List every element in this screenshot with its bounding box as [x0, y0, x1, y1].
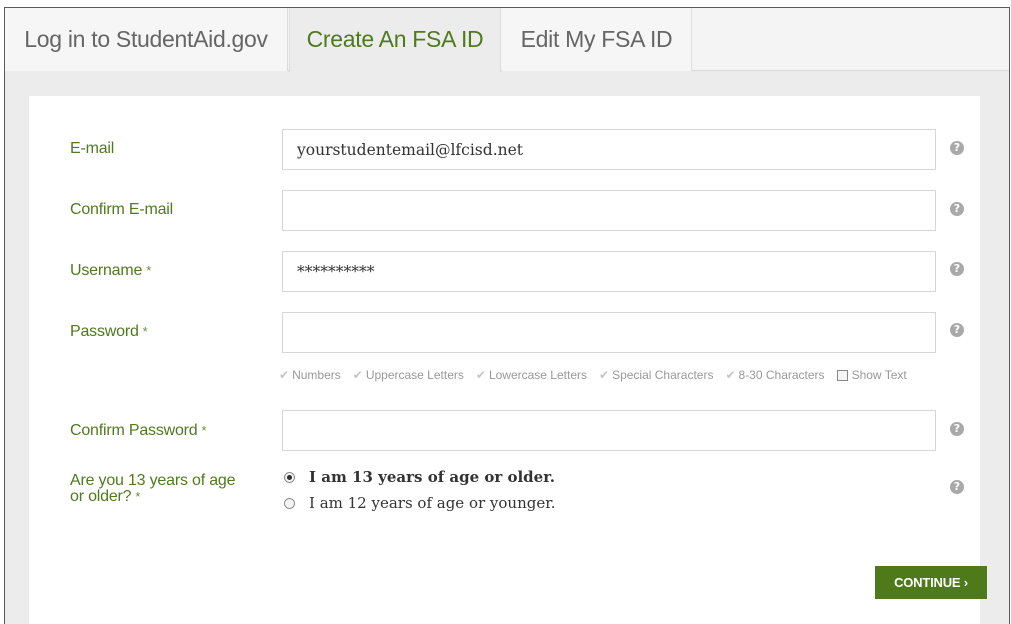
show-text-checkbox[interactable] [836, 369, 848, 381]
password-help-icon[interactable]: ? [950, 323, 964, 337]
age-option-12-or-younger[interactable]: I am 12 years of age or younger. [284, 494, 556, 512]
email-help-icon[interactable]: ? [950, 141, 964, 155]
check-icon: ✔ [279, 368, 290, 382]
age-option-13-or-older[interactable]: I am 13 years of age or older. [284, 468, 555, 486]
required-marker: * [146, 263, 152, 278]
create-fsa-id-form: E-mail ? Confirm E-mail ? Username* ? Pa… [29, 96, 987, 624]
rule-lowercase: ✔ Lowercase Letters [475, 368, 587, 382]
password-field[interactable] [282, 312, 936, 353]
required-marker: * [142, 324, 148, 339]
browser-frame: Log in to StudentAid.gov Create An FSA I… [4, 7, 1010, 624]
email-field[interactable] [282, 129, 936, 170]
confirm-email-label: Confirm E-mail [70, 201, 173, 218]
password-requirements: ✔ Numbers ✔ Uppercase Letters ✔ Lowercase L… [279, 368, 919, 382]
rule-length: ✔ 8-30 Characters [725, 368, 825, 382]
radio-13-or-older[interactable] [284, 471, 295, 483]
rule-special: ✔ Special Characters [599, 368, 714, 382]
show-text-toggle[interactable]: Show Text [836, 368, 907, 382]
rule-uppercase: ✔ Uppercase Letters [352, 368, 464, 382]
radio-12-or-younger[interactable] [284, 497, 295, 509]
check-icon: ✔ [725, 368, 736, 382]
age-help-icon[interactable]: ? [950, 480, 964, 494]
confirm-email-help-icon[interactable]: ? [950, 202, 964, 216]
confirm-email-field[interactable] [282, 190, 936, 231]
username-field[interactable] [282, 251, 936, 292]
username-help-icon[interactable]: ? [950, 262, 964, 276]
confirm-password-help-icon[interactable]: ? [950, 422, 964, 436]
required-marker: * [135, 489, 141, 504]
check-icon: ✔ [475, 368, 486, 382]
password-label: Password * [70, 323, 148, 340]
continue-button[interactable]: CONTINUE › [875, 566, 987, 599]
tab-create-fsa-id[interactable]: Create An FSA ID [289, 8, 501, 72]
check-icon: ✔ [352, 368, 363, 382]
tab-edit-fsa-id[interactable]: Edit My FSA ID [502, 8, 692, 71]
rule-numbers: ✔ Numbers [279, 368, 341, 382]
check-icon: ✔ [599, 368, 610, 382]
confirm-password-field[interactable] [282, 410, 936, 451]
username-label: Username * [70, 262, 152, 279]
tab-log-in[interactable]: Log in to StudentAid.gov [5, 8, 288, 71]
required-marker: * [201, 423, 207, 438]
email-label: E-mail [70, 140, 115, 157]
tab-bar: Log in to StudentAid.gov Create An FSA I… [5, 8, 1009, 72]
age-question-label: Are you 13 years of age or older? * [70, 472, 236, 505]
confirm-password-label: Confirm Password * [70, 422, 207, 439]
